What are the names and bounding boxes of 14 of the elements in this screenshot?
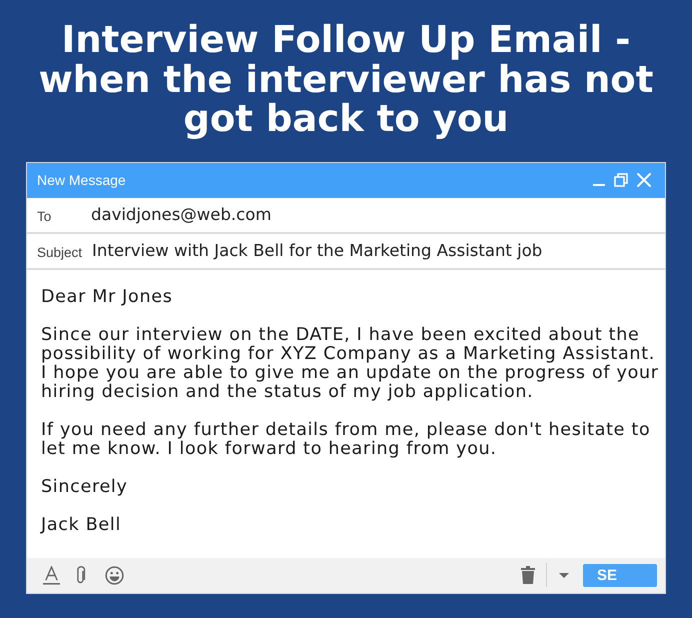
- close-icon[interactable]: [637, 173, 651, 187]
- text-format-icon[interactable]: [43, 566, 60, 584]
- paperclip-icon[interactable]: [76, 565, 86, 585]
- caret-icon[interactable]: [559, 572, 569, 578]
- trash-icon[interactable]: [521, 566, 535, 584]
- subject-field[interactable]: Interview with Jack Bell for the Marketing Assistant job: [92, 241, 542, 260]
- field-label: To: [37, 208, 52, 224]
- window-title: New Message: [37, 172, 126, 188]
- field-label: Subject: [37, 244, 82, 260]
- recipient-field[interactable]: davidjones@web.com: [91, 205, 272, 224]
- smiley-icon[interactable]: [105, 566, 124, 584]
- page-title: Interview Follow Up Email - when the interviewer has not got back to you: [38, 20, 654, 138]
- restore-icon[interactable]: [614, 173, 628, 187]
- message-body-field[interactable]: Dear Mr Jones Since our interview on the DATE, I have been excited about the possibility of working for XYZ Company as a Marketing Assistant. I hope you are able to give me an update on the progress of your hiring decision and the status of my job application. If you need any further details from me, please don't hesitate to let me know. I look forward to hearing from you. Sincerely Jack Bell: [27, 270, 665, 558]
